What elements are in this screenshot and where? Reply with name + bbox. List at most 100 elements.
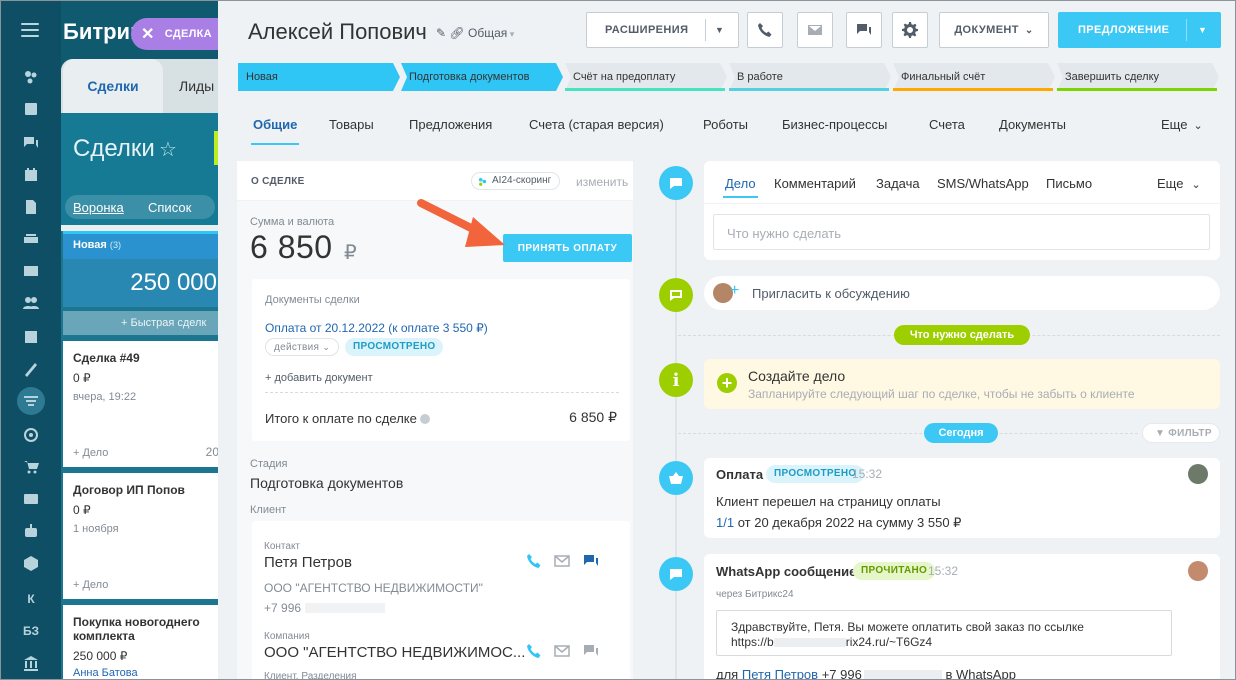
deal-card[interactable]: Сделка #49 0 ₽ вчера, 19:22 + Дело 20 [63, 341, 221, 467]
star-icon[interactable]: ☆ [159, 137, 177, 162]
settings-button[interactable] [892, 12, 928, 48]
tab-offers[interactable]: Предложения [409, 117, 492, 132]
tasks-icon[interactable] [21, 99, 41, 119]
recipient-link[interactable]: Петя Петров [742, 667, 818, 679]
card-title[interactable]: Покупка новогоднего комплекта [73, 615, 203, 643]
target-icon[interactable] [21, 425, 41, 445]
deal-title[interactable]: Алексей Попович [248, 19, 427, 45]
crm-funnel-icon[interactable] [17, 387, 45, 415]
tab-documents[interactable]: Документы [999, 117, 1066, 132]
change-link[interactable]: изменить [576, 175, 628, 189]
robot-icon[interactable] [21, 521, 41, 541]
tab-leads[interactable]: Лиды [179, 78, 214, 94]
tab-activity[interactable]: Дело [725, 176, 756, 191]
employees-icon[interactable] [21, 293, 41, 313]
chevron-down-icon[interactable]: ▼ [715, 25, 724, 35]
drive-icon[interactable] [21, 229, 41, 249]
stage-label: Новая [246, 71, 278, 83]
chat-icon[interactable] [21, 133, 41, 153]
contact-name[interactable]: Петя Петров [264, 554, 352, 571]
shop-cart-icon[interactable] [21, 457, 41, 477]
company-name[interactable]: ООО "АГЕНТСТВО НЕДВИЖИМОС... [264, 644, 525, 661]
stage-2[interactable]: Подготовка документов [401, 63, 563, 91]
stage-6[interactable]: Завершить сделку [1057, 63, 1219, 91]
document-button[interactable]: ДОКУМЕНТ ⌄ [939, 12, 1049, 48]
tab-deals[interactable]: Сделки [63, 59, 163, 113]
payment-document-link[interactable]: Оплата от 20.12.2022 (к оплате 3 550 ₽) [265, 321, 488, 335]
card-add-activity[interactable]: + Дело [73, 579, 108, 591]
total-label-text: Итого к оплате по сделке [265, 411, 417, 426]
phone-icon[interactable] [526, 553, 542, 569]
chevron-down-icon[interactable]: ▼ [1198, 25, 1207, 35]
menu-icon[interactable] [21, 23, 39, 37]
chat-icon [857, 24, 871, 35]
card-title[interactable]: Договор ИП Попов [73, 483, 211, 497]
create-activity-card[interactable]: + Создайте дело Запланируйте следующий ш… [704, 359, 1220, 409]
checklist-icon[interactable] [21, 327, 41, 347]
link-icon[interactable]: 🔗︎ [449, 26, 464, 40]
stage-label: Стадия [250, 458, 288, 470]
stage-3[interactable]: Счёт на предоплату [565, 63, 727, 91]
tab-invoices[interactable]: Счета [929, 117, 965, 132]
tab-sms-whatsapp[interactable]: SMS/WhatsApp [937, 176, 1029, 191]
sign-icon[interactable] [21, 359, 41, 379]
todo-input[interactable]: Что нужно сделать [713, 214, 1210, 250]
tab-general[interactable]: Общие [250, 117, 300, 145]
deal-card[interactable]: Договор ИП Попов 0 ₽ 1 ноября + Дело [63, 473, 221, 599]
actions-dropdown[interactable]: действия ⌄ [265, 338, 340, 356]
invite-discussion[interactable]: + Пригласить к обсуждению [704, 276, 1220, 310]
tab-robots[interactable]: Роботы [703, 117, 748, 132]
view-list[interactable]: Список [148, 200, 191, 215]
stage-value[interactable]: Подготовка документов [250, 475, 403, 491]
chat-icon[interactable] [583, 554, 599, 568]
tab-email[interactable]: Письмо [1046, 176, 1092, 191]
whatsapp-event-card: WhatsApp сообщение ПРОЧИТАНО 15:32 через… [704, 554, 1220, 679]
quick-deal-button[interactable]: + Быстрая сделк [63, 311, 221, 335]
contact-center-icon[interactable] [21, 489, 41, 509]
category-label[interactable]: Общая [468, 26, 507, 40]
stage-5[interactable]: Финальный счёт [893, 63, 1055, 91]
envelope-icon[interactable] [554, 645, 570, 657]
email-button[interactable] [797, 12, 833, 48]
deal-card[interactable]: Покупка новогоднего комплекта 250 000 ₽ … [63, 605, 221, 679]
phone-button[interactable] [747, 12, 783, 48]
payment-detail-link[interactable]: 1/1 [716, 515, 734, 530]
phone-icon [758, 23, 772, 37]
calendar-icon[interactable] [21, 165, 41, 185]
mail-icon[interactable] [21, 261, 41, 281]
sidebar-letter-kb[interactable]: БЗ [21, 621, 41, 641]
ai-scoring-badge[interactable]: AI24-скоринг [471, 172, 561, 190]
help-icon[interactable] [420, 414, 431, 424]
info-icon: i [659, 363, 693, 397]
tab-comment[interactable]: Комментарий [774, 176, 856, 191]
tab-business-processes[interactable]: Бизнес-процессы [782, 117, 887, 132]
edit-pencil-icon[interactable]: ✎ [436, 26, 446, 40]
tab-invoices-old[interactable]: Счета (старая версия) [529, 117, 664, 132]
tab-more[interactable]: Еще ⌄ [1157, 176, 1201, 191]
chat-icon[interactable] [583, 644, 599, 658]
tab-more[interactable]: Еще ⌄ [1161, 117, 1203, 132]
stage-1[interactable]: Новая [238, 63, 400, 91]
box-icon[interactable] [21, 553, 41, 573]
filter-button[interactable]: ▼︎ ФИЛЬТР [1142, 423, 1220, 443]
card-responsible[interactable]: Анна Батова [73, 667, 211, 679]
documents-icon[interactable] [21, 197, 41, 217]
extensions-button[interactable]: РАСШИРЕНИЯ ▼ [586, 12, 739, 48]
bank-icon[interactable] [21, 653, 41, 673]
view-funnel[interactable]: Воронка [73, 200, 124, 215]
chat-button[interactable] [846, 12, 882, 48]
todo-placeholder: Что нужно сделать [727, 226, 841, 241]
accept-payment-button[interactable]: ПРИНЯТЬ ОПЛАТУ [503, 234, 632, 262]
add-document-link[interactable]: + добавить документ [265, 372, 373, 384]
tab-products[interactable]: Товары [329, 117, 374, 132]
sidebar-letter-k[interactable]: К [21, 589, 41, 609]
activity-icon[interactable] [21, 67, 41, 87]
tab-task[interactable]: Задача [876, 176, 920, 191]
card-add-activity[interactable]: + Дело [73, 447, 108, 459]
phone-icon[interactable] [526, 643, 542, 659]
card-title[interactable]: Сделка #49 [73, 351, 211, 365]
stage-4[interactable]: В работе [729, 63, 891, 91]
envelope-icon[interactable] [554, 555, 570, 567]
plus-icon[interactable]: + [717, 373, 737, 393]
offer-button[interactable]: ПРЕДЛОЖЕНИЕ ▼ [1058, 12, 1221, 48]
